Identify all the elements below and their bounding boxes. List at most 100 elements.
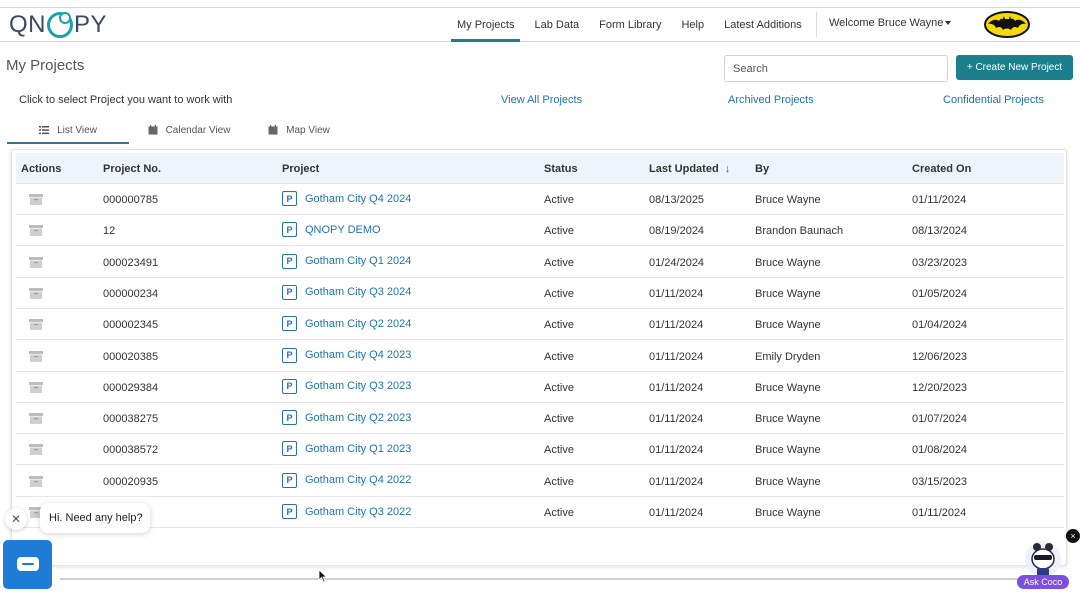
col-project[interactable]: Project [282, 163, 319, 175]
cell-last-updated: 01/11/2024 [649, 475, 704, 488]
batman-logo-avatar[interactable] [984, 11, 1030, 38]
cell-created-on: 03/23/2023 [912, 256, 968, 269]
chat-icon [16, 556, 39, 571]
cell-last-updated: 01/11/2024 [649, 381, 704, 394]
chat-launcher-button[interactable] [3, 540, 52, 589]
cell-status: Active [544, 381, 574, 394]
project-icon: P [282, 253, 297, 269]
archive-icon[interactable] [29, 350, 43, 362]
table-row[interactable]: 000000785 P Gotham City Q4 2024 Active 08/13… [16, 184, 1064, 215]
table-row[interactable]: 12 P QNOPY DEMO Active 08/19/2024 Brandon Bau… [16, 215, 1064, 247]
tab-list-view[interactable]: List View [7, 116, 129, 144]
cell-status: Active [544, 194, 574, 206]
project-link[interactable]: Gotham City Q3 2022 [305, 506, 411, 518]
cell-by: Brandon Baunach [755, 225, 844, 238]
project-icon: P [282, 410, 297, 426]
nav-help[interactable]: Help [675, 8, 710, 41]
projects-table: Actions Project No. Project Status Last … [11, 149, 1067, 566]
cell-project[interactable]: P QNOPY DEMO [282, 222, 381, 238]
table-row[interactable]: 000002345 P Gotham City Q2 2024 Active 01/11… [16, 309, 1064, 341]
cell-created-on: 12/06/2023 [912, 350, 968, 363]
col-project-no[interactable]: Project No. [103, 163, 161, 175]
qnopy-logo[interactable]: QN PY [9, 10, 107, 40]
table-row[interactable]: 000038275 P Gotham City Q2 2023 Active 01/11… [16, 403, 1064, 435]
cell-by: Bruce Wayne [755, 444, 821, 457]
view-tabs: List View Calendar View Map View [7, 116, 349, 144]
project-icon: P [282, 284, 297, 300]
cell-project-no: 000023491 [103, 256, 159, 269]
archive-icon[interactable] [29, 413, 43, 425]
cell-project-no: 000020935 [103, 475, 159, 488]
table-row[interactable]: 000020935 P Gotham City Q4 2022 Active 01/11… [16, 466, 1064, 497]
archive-icon[interactable] [29, 319, 43, 331]
cell-project[interactable]: P Gotham City Q4 2024 [282, 191, 411, 206]
table-row[interactable]: 000000234 P Gotham City Q3 2024 Active 01/11… [16, 278, 1064, 309]
nav-form-library[interactable]: Form Library [593, 8, 667, 41]
ask-coco-label[interactable]: Ask Coco [1017, 575, 1069, 589]
table-row[interactable]: 000020385 P Gotham City Q4 2023 Active 01/11… [16, 341, 1064, 372]
cell-project[interactable]: P Gotham City Q4 2023 [282, 347, 411, 363]
archive-icon[interactable] [29, 194, 43, 205]
table-row[interactable]: 000029384 P Gotham City Q3 2023 Active 01/11… [16, 372, 1064, 403]
project-link[interactable]: Gotham City Q2 2023 [305, 412, 411, 424]
project-link[interactable]: Gotham City Q3 2024 [305, 286, 411, 298]
project-link[interactable]: QNOPY DEMO [305, 224, 381, 236]
user-menu[interactable]: Welcome Bruce Wayne [829, 17, 952, 29]
project-link[interactable]: Gotham City Q1 2023 [305, 443, 411, 455]
create-new-project-button[interactable]: + Create New Project [956, 55, 1073, 80]
nav-lab-data[interactable]: Lab Data [528, 8, 585, 41]
project-icon: P [282, 316, 297, 332]
col-last-updated[interactable]: Last Updated ↓ [649, 163, 730, 175]
confidential-projects-link[interactable]: Confidential Projects [943, 94, 1044, 106]
tab-map-view-label: Map View [286, 124, 330, 136]
cell-status: Active [544, 507, 574, 519]
col-by[interactable]: By [755, 163, 769, 175]
cell-project[interactable]: P Gotham City Q2 2023 [282, 410, 411, 426]
project-link[interactable]: Gotham City Q1 2024 [305, 255, 411, 267]
cell-created-on: 01/11/2024 [912, 194, 967, 206]
nav-latest-additions[interactable]: Latest Additions [718, 8, 808, 41]
cell-project[interactable]: P Gotham City Q3 2023 [282, 378, 411, 394]
cell-project[interactable]: P Gotham City Q1 2024 [282, 253, 411, 269]
table-row[interactable]: 000023491 P Gotham City Q1 2024 Active 01/24… [16, 247, 1064, 278]
coco-close-icon[interactable]: × [1066, 529, 1080, 543]
archive-icon[interactable] [29, 444, 43, 456]
chat-close-icon[interactable]: ✕ [5, 508, 27, 530]
cell-project[interactable]: P Gotham City Q3 2022 [282, 504, 411, 519]
cell-by: Emily Dryden [755, 350, 821, 363]
cell-by: Bruce Wayne [755, 194, 821, 206]
archive-icon[interactable] [29, 225, 43, 237]
project-link[interactable]: Gotham City Q4 2022 [305, 474, 411, 486]
project-link[interactable]: Gotham City Q3 2023 [305, 380, 411, 392]
chat-greeting-bubble[interactable]: Hi. Need any help? [40, 503, 150, 533]
cell-created-on: 03/15/2023 [912, 475, 968, 488]
col-created-on[interactable]: Created On [912, 163, 971, 175]
horizontal-scrollbar[interactable] [60, 578, 1020, 580]
archive-icon[interactable] [29, 256, 43, 268]
tab-map-view[interactable]: Map View [249, 116, 349, 144]
nav-my-projects[interactable]: My Projects [451, 8, 521, 42]
cell-project[interactable]: P Gotham City Q2 2024 [282, 316, 411, 332]
project-icon: P [282, 504, 297, 519]
view-all-projects-link[interactable]: View All Projects [501, 94, 582, 106]
cell-project[interactable]: P Gotham City Q1 2023 [282, 441, 411, 457]
cell-by: Bruce Wayne [755, 381, 821, 394]
cell-project[interactable]: P Gotham City Q4 2022 [282, 472, 411, 488]
archive-icon[interactable] [29, 287, 43, 299]
cell-last-updated: 01/11/2024 [649, 413, 704, 426]
search-input[interactable] [724, 55, 948, 82]
cell-project-no: 000038275 [103, 413, 159, 426]
project-link[interactable]: Gotham City Q4 2024 [305, 193, 411, 205]
archive-icon[interactable] [29, 475, 43, 487]
col-status[interactable]: Status [544, 163, 578, 175]
cell-by: Bruce Wayne [755, 507, 821, 519]
archive-icon[interactable] [29, 381, 43, 393]
cell-project[interactable]: P Gotham City Q3 2024 [282, 284, 411, 300]
tab-calendar-view[interactable]: Calendar View [129, 116, 249, 144]
archived-projects-link[interactable]: Archived Projects [728, 94, 814, 106]
table-row[interactable]: 000038572 P Gotham City Q1 2023 Active 01/11… [16, 434, 1064, 466]
project-link[interactable]: Gotham City Q2 2024 [305, 318, 411, 330]
project-link[interactable]: Gotham City Q4 2023 [305, 349, 411, 361]
mouse-cursor-icon [318, 569, 328, 583]
table-row[interactable]: 92PGotham City Q3 2022Active01/11/2024Br… [16, 497, 1064, 528]
